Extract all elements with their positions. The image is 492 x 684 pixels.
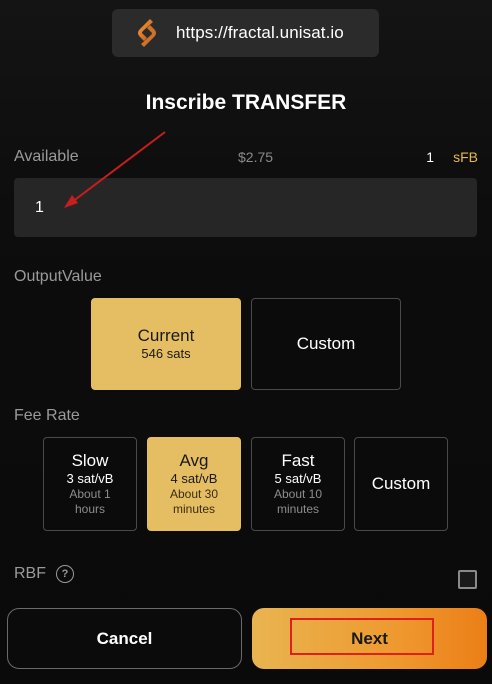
cancel-button-label: Cancel: [96, 628, 153, 648]
option-title: Slow: [71, 451, 109, 470]
option-title: Fast: [281, 451, 315, 470]
rbf-checkbox[interactable]: [458, 570, 477, 589]
option-rate: 4 sat/vB: [170, 471, 218, 486]
origin-url: https://fractal.unisat.io: [176, 23, 344, 42]
option-time: About 1 hours: [69, 487, 111, 516]
next-button[interactable]: Next: [252, 608, 487, 669]
option-rate: 5 sat/vB: [274, 471, 322, 486]
rbf-label: RBF: [14, 565, 46, 582]
question-icon[interactable]: ?: [56, 565, 74, 583]
option-title: Current: [137, 326, 195, 345]
option-title: Custom: [371, 474, 431, 493]
available-unit[interactable]: sFB: [453, 149, 478, 165]
option-rate: 3 sat/vB: [66, 471, 114, 486]
highlight-box: [290, 618, 434, 655]
output-value-label: OutputValue: [14, 268, 102, 285]
rbf-row: RBF ?: [14, 565, 74, 583]
output-value-custom-option[interactable]: Custom: [251, 298, 401, 390]
unisat-logo-icon: [132, 17, 162, 49]
inscribe-transfer-page: https://fractal.unisat.io Inscribe TRANS…: [0, 0, 492, 684]
option-title: Avg: [179, 451, 209, 470]
amount-input-value: 1: [35, 198, 44, 216]
output-value-current-option[interactable]: Current 546 sats: [91, 298, 241, 390]
available-usd-value: $2.75: [238, 149, 274, 165]
page-title: Inscribe TRANSFER: [145, 91, 347, 114]
option-sub: 546 sats: [141, 346, 191, 361]
origin-bar: https://fractal.unisat.io: [112, 9, 379, 57]
available-label: Available: [14, 148, 79, 165]
fee-rate-custom-option[interactable]: Custom: [354, 437, 448, 531]
available-amount: 1: [426, 149, 434, 165]
option-time: About 30 minutes: [169, 487, 219, 516]
option-time: About 10 minutes: [273, 487, 323, 516]
cancel-button[interactable]: Cancel: [7, 608, 242, 669]
fee-rate-slow-option[interactable]: Slow 3 sat/vB About 1 hours: [43, 437, 137, 531]
option-title: Custom: [296, 334, 356, 353]
available-row: Available $2.75 1 sFB: [14, 148, 478, 170]
fee-rate-fast-option[interactable]: Fast 5 sat/vB About 10 minutes: [251, 437, 345, 531]
amount-input[interactable]: 1: [14, 178, 477, 237]
fee-rate-avg-option[interactable]: Avg 4 sat/vB About 30 minutes: [147, 437, 241, 531]
fee-rate-label: Fee Rate: [14, 407, 80, 424]
